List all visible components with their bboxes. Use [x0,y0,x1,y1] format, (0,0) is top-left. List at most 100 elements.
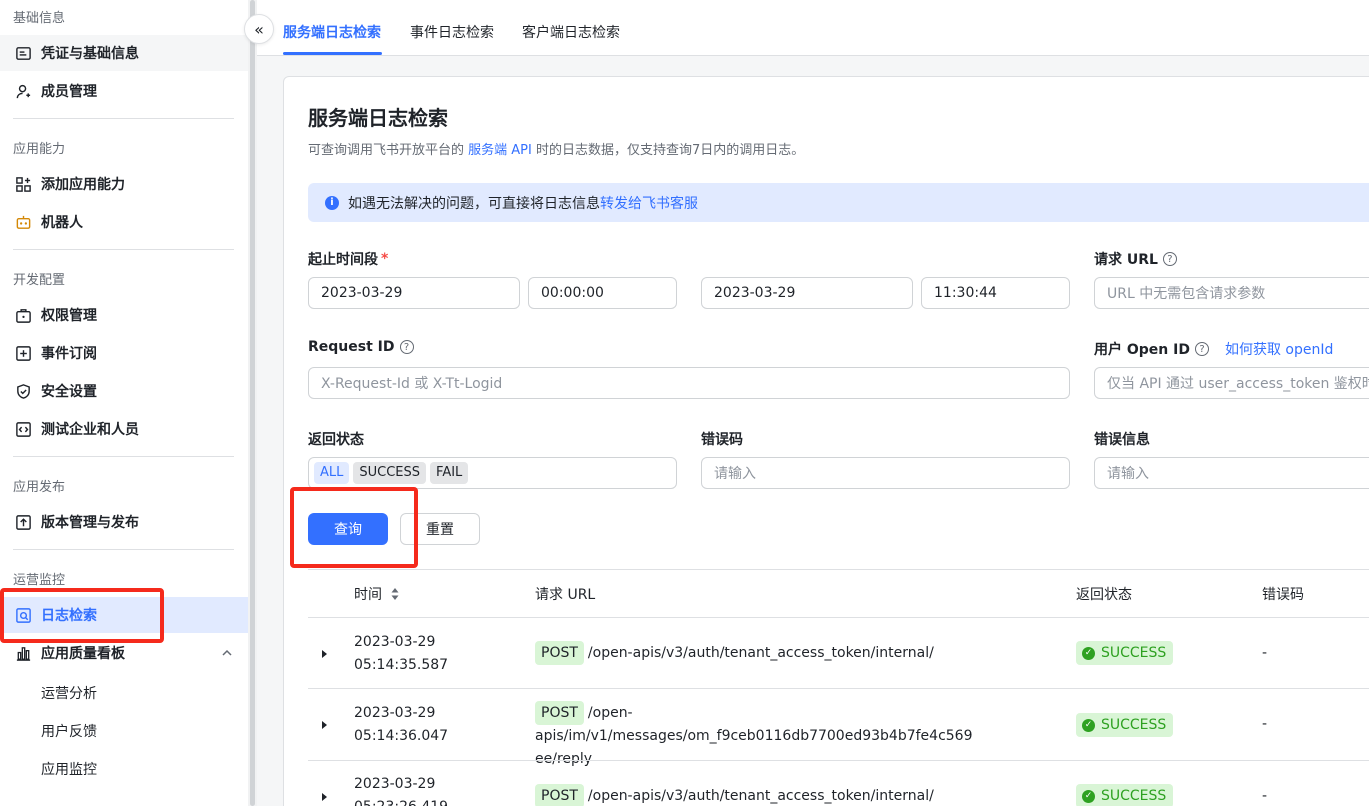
sidebar-item-robot[interactable]: 机器人 [0,204,248,240]
upload-box-icon [14,513,32,531]
col-header-time[interactable]: 时间 [354,584,382,604]
request-id-input[interactable]: X-Request-Id 或 X-Tt-Logid [308,367,1070,399]
return-status-select[interactable]: ALL SUCCESS FAIL [308,457,677,489]
collapse-sidebar-button[interactable]: « [244,14,274,44]
row-time: 05:14:35.587 [354,657,449,673]
status-text: SUCCESS [1101,717,1167,733]
sidebar-group-dev: 开发配置 [13,273,66,288]
reset-button[interactable]: 重置 [400,513,480,545]
info-icon: i [325,195,339,210]
desc-text: 可查询调用飞书开放平台的 [308,143,469,158]
sidebar-subitem-ops-analysis[interactable]: 运营分析 [41,683,97,703]
label-text: 用户 Open ID [1094,342,1190,358]
sidebar-item-log-search[interactable]: 日志检索 [0,597,248,633]
time-range-label: 起止时间段 * [308,249,388,269]
table-row-url: POST/open-apis/v3/auth/tenant_access_tok… [535,641,934,665]
server-api-link[interactable]: 服务端 API [468,143,532,158]
status-chip-all[interactable]: ALL [314,462,350,484]
divider [13,249,234,250]
sidebar-item-security[interactable]: 安全设置 [0,373,248,409]
status-chip-success[interactable]: SUCCESS [353,462,427,484]
code-box-icon [14,420,32,438]
col-header-status: 返回状态 [1076,587,1132,603]
user-add-icon [14,82,32,100]
chevron-up-icon[interactable] [219,645,235,661]
request-id-label: Request ID? [308,339,414,355]
page-description: 可查询调用飞书开放平台的 服务端 API 时的日志数据，仅支持查询7日内的调用日… [308,139,804,158]
tab-event-log[interactable]: 事件日志检索 [410,22,494,42]
status-badge: ✓ SUCCESS [1076,713,1174,737]
start-date-input[interactable]: 2023-03-29 [308,277,520,309]
method-badge: POST [535,641,584,665]
how-to-get-openid-link[interactable]: 如何获取 openId [1225,339,1333,359]
status-badge: ✓ SUCCESS [1076,784,1174,806]
row-divider [308,688,1369,689]
table-row-url: POST/open-apis/v3/auth/tenant_access_tok… [535,784,934,806]
tab-server-log[interactable]: 服务端日志检索 [283,22,381,42]
help-icon[interactable]: ? [399,340,414,354]
method-badge: POST [535,784,584,806]
status-text: SUCCESS [1101,788,1167,804]
status-badge: ✓ SUCCESS [1076,641,1174,665]
apps-add-icon [14,175,32,193]
end-time-input[interactable]: 11:30:44 [921,277,1070,309]
end-date-input[interactable]: 2023-03-29 [701,277,913,309]
double-chevron-left-icon: « [254,19,264,39]
open-id-input[interactable]: 仅当 API 通过 user_access_token 鉴权时可 [1094,367,1369,399]
sidebar-item-quality[interactable]: 应用质量看板 [0,635,248,671]
sidebar-item-test-org[interactable]: 测试企业和人员 [0,411,248,447]
label-text: Request ID [308,339,395,355]
sidebar-group-basic: 基础信息 [13,11,66,26]
required-mark: * [381,251,389,267]
sidebar-item-events[interactable]: 事件订阅 [0,335,248,371]
sidebar-item-members[interactable]: 成员管理 [0,73,248,109]
sidebar-item-permissions[interactable]: 权限管理 [0,297,248,333]
sidebar-group-ops: 运营监控 [13,573,66,588]
request-url-input[interactable]: URL 中无需包含请求参数 [1094,277,1369,309]
return-status-label: 返回状态 [308,432,364,448]
expand-row-icon[interactable] [322,650,327,658]
bar-chart-icon [14,644,32,662]
help-icon[interactable]: ? [1162,252,1177,266]
sidebar-item-add-ability[interactable]: 添加应用能力 [0,166,248,202]
sidebar-item-credentials[interactable]: 凭证与基础信息 [0,35,248,71]
expand-row-icon[interactable] [322,793,327,801]
divider [13,549,234,550]
scrollbar-thumb[interactable] [250,0,255,806]
sidebar-item-label: 机器人 [41,215,83,231]
row-date: 2023-03-29 [354,634,436,650]
id-card-icon [14,44,32,62]
col-header-error-code: 错误码 [1262,587,1304,603]
error-message-input[interactable]: 请输入 [1094,457,1369,489]
sort-icon[interactable] [390,587,400,601]
sidebar-item-label: 测试企业和人员 [41,422,139,438]
table-row-error-code: - [1262,716,1268,732]
notice-text: 如遇无法解决的问题，可直接将日志信息 [348,195,600,212]
sidebar-subitem-feedback[interactable]: 用户反馈 [41,721,97,741]
divider [13,456,234,457]
sidebar-subitem-monitor[interactable]: 应用监控 [41,759,97,779]
expand-row-icon[interactable] [322,721,327,729]
help-icon[interactable]: ? [1194,342,1209,356]
forward-support-link[interactable]: 转发给飞书客服 [600,193,698,213]
table-row-time: 2023-03-29 05:23:26.419 [354,773,448,806]
robot-icon [14,213,32,231]
sidebar-item-versions[interactable]: 版本管理与发布 [0,504,248,540]
error-code-input[interactable]: 请输入 [701,457,1070,489]
sidebar-scrollbar[interactable] [248,0,257,806]
active-tab-indicator [283,52,382,55]
query-button[interactable]: 查询 [308,513,388,545]
table-header [308,569,1369,618]
error-message-label: 错误信息 [1094,432,1150,448]
label-text: 请求 URL [1094,252,1158,268]
start-time-input[interactable]: 00:00:00 [528,277,677,309]
url-text: /open-apis/im/v1/messages/om_f9ceb0116db… [535,705,973,744]
divider [13,118,234,119]
label-text: 起止时间段 [308,252,378,268]
page-title: 服务端日志检索 [308,106,448,130]
open-id-label: 用户 Open ID? 如何获取 openId [1094,339,1333,359]
method-badge: POST [535,701,584,725]
status-chip-fail[interactable]: FAIL [430,462,469,484]
row-time: 05:23:26.419 [354,796,448,806]
tab-client-log[interactable]: 客户端日志检索 [522,22,620,42]
